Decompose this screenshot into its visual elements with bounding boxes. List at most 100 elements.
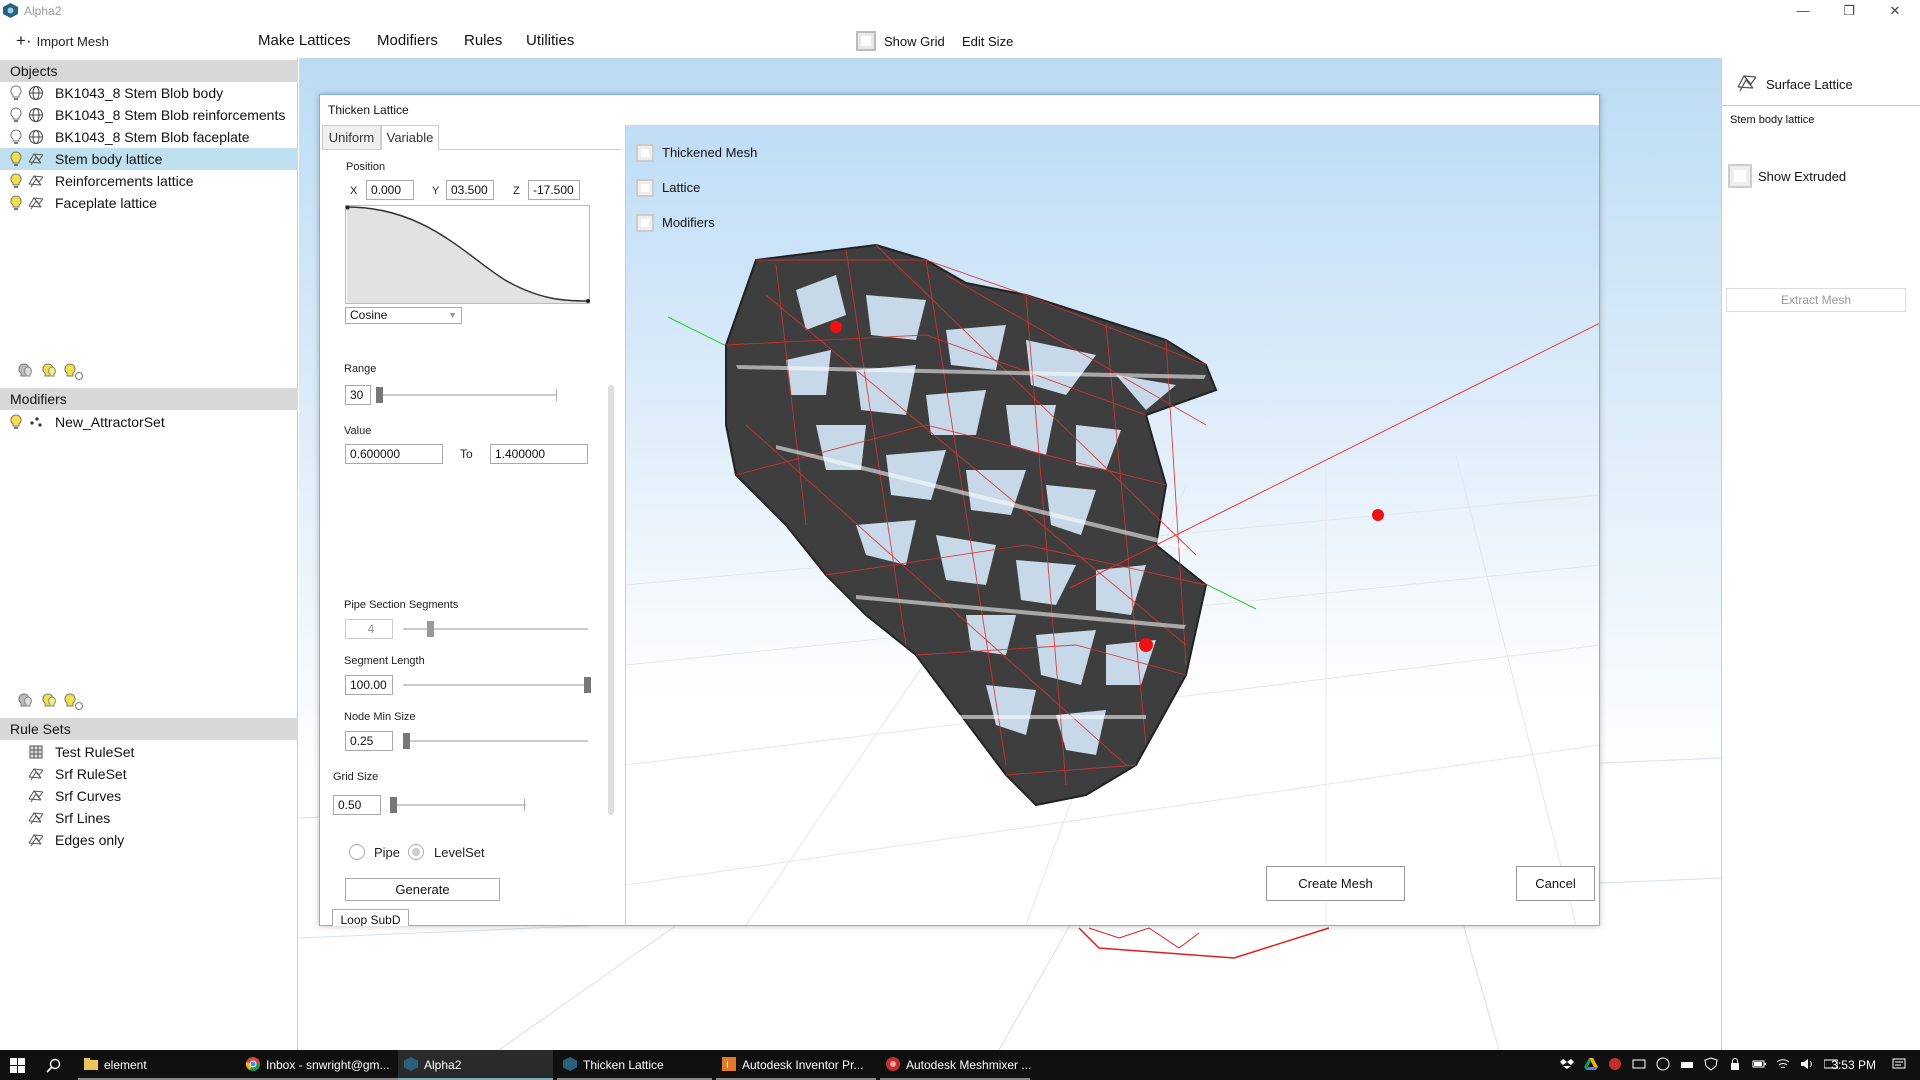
ruleset-item[interactable]: Test RuleSet <box>0 741 298 763</box>
modifier-item[interactable]: New_AttractorSet <box>0 411 298 433</box>
grid-size-slider-track[interactable] <box>390 804 526 806</box>
cloud-tray-icon[interactable] <box>1656 1057 1670 1071</box>
node-min-input[interactable]: 0.25 <box>345 731 393 751</box>
menu-make-lattices[interactable]: Make Lattices <box>258 32 351 49</box>
value-to-input[interactable]: 1.400000 <box>490 444 588 464</box>
pipe-segments-input[interactable]: 4 <box>345 619 393 639</box>
cancel-button[interactable]: Cancel <box>1516 866 1595 901</box>
printer-tray-icon[interactable] <box>1680 1057 1694 1071</box>
taskbar-item[interactable]: Thicken Lattice <box>557 1050 712 1080</box>
segment-length-input[interactable]: 100.00 <box>345 675 393 695</box>
menu-utilities[interactable]: Utilities <box>526 32 574 49</box>
visibility-bulb-icon[interactable] <box>10 129 22 145</box>
show-all-icon[interactable] <box>40 362 60 382</box>
isolate-icon[interactable] <box>64 362 84 382</box>
edit-size-button[interactable]: Edit Size <box>962 34 1013 49</box>
lattice-icon <box>28 790 44 803</box>
minimize-button[interactable]: — <box>1780 0 1826 22</box>
sync-tray-icon[interactable] <box>1632 1057 1646 1071</box>
tab-uniform[interactable]: Uniform <box>322 125 381 150</box>
modifiers-checkbox[interactable] <box>636 214 654 232</box>
curve-start-handle[interactable] <box>345 205 350 210</box>
visibility-bulb-on-icon[interactable] <box>10 151 22 167</box>
node-min-slider-track[interactable] <box>403 740 588 742</box>
falloff-select[interactable]: Cosine ▼ <box>345 307 462 324</box>
show-grid-checkbox[interactable] <box>856 31 876 51</box>
taskbar-item[interactable]: Autodesk Meshmixer ... <box>880 1050 1031 1080</box>
shield-tray-icon[interactable] <box>1704 1057 1718 1071</box>
ruleset-item[interactable]: Srf Curves <box>0 785 298 807</box>
drive-tray-icon[interactable] <box>1584 1057 1598 1071</box>
generate-button[interactable]: Generate <box>345 878 500 901</box>
isolate-icon[interactable] <box>64 692 84 712</box>
notifications-icon[interactable] <box>1892 1057 1906 1071</box>
clock[interactable]: 3:53 PM <box>1831 1058 1876 1072</box>
pipe-segments-slider-thumb[interactable] <box>427 621 434 637</box>
loop-subd-button[interactable]: Loop SubD <box>332 909 409 926</box>
attractor-point[interactable] <box>1372 509 1384 521</box>
grid-size-input[interactable]: 0.50 <box>333 795 381 815</box>
extract-mesh-button[interactable]: Extract Mesh <box>1726 288 1906 312</box>
wifi-tray-icon[interactable] <box>1776 1057 1790 1071</box>
ruleset-item[interactable]: Edges only <box>0 829 298 851</box>
ruleset-item[interactable]: Srf Lines <box>0 807 298 829</box>
visibility-bulb-on-icon[interactable] <box>10 414 22 430</box>
attractor-point[interactable] <box>1139 638 1153 652</box>
attractor-point[interactable] <box>830 321 842 333</box>
object-item-selected[interactable]: Stem body lattice <box>0 148 298 170</box>
volume-tray-icon[interactable] <box>1800 1057 1814 1071</box>
settings-scrollbar[interactable] <box>608 385 614 815</box>
segment-length-slider-track[interactable] <box>403 684 588 686</box>
position-x-input[interactable]: 0.000 <box>366 180 414 200</box>
object-item[interactable]: BK1043_8 Stem Blob body <box>0 82 298 104</box>
menu-rules[interactable]: Rules <box>464 32 502 49</box>
curve-end-handle[interactable] <box>586 299 590 303</box>
search-icon[interactable] <box>46 1058 61 1073</box>
object-item[interactable]: BK1043_8 Stem Blob reinforcements <box>0 104 298 126</box>
windows-start-icon[interactable] <box>10 1058 25 1073</box>
visibility-bulb-icon[interactable] <box>10 107 22 123</box>
show-extruded-checkbox[interactable] <box>1728 164 1752 188</box>
show-all-icon[interactable] <box>40 692 60 712</box>
object-item[interactable]: Faceplate lattice <box>0 192 298 214</box>
falloff-curve-editor[interactable] <box>345 205 591 305</box>
taskbar-item-active[interactable]: Alpha2 <box>398 1050 553 1080</box>
range-slider-thumb[interactable] <box>376 387 383 403</box>
object-item[interactable]: BK1043_8 Stem Blob faceplate <box>0 126 298 148</box>
meshmixer-tray-icon[interactable] <box>1608 1057 1622 1071</box>
levelset-radio[interactable] <box>408 844 424 860</box>
lattice-checkbox[interactable] <box>636 179 654 197</box>
grid-size-slider-thumb[interactable] <box>390 797 397 813</box>
node-min-slider-thumb[interactable] <box>403 733 410 749</box>
visibility-bulb-on-icon[interactable] <box>10 173 22 189</box>
hide-all-icon[interactable] <box>16 692 36 712</box>
range-input[interactable]: 30 <box>345 385 371 405</box>
range-slider-track[interactable] <box>376 394 556 396</box>
segment-length-slider-thumb[interactable] <box>584 677 591 693</box>
taskbar-item[interactable]: element <box>78 1050 240 1080</box>
taskbar: element Inbox - snwright@gm... Alpha2 Th… <box>0 1050 1920 1080</box>
position-z-input[interactable]: -17.500 <box>528 180 580 200</box>
visibility-bulb-icon[interactable] <box>10 85 22 101</box>
hide-all-icon[interactable] <box>16 362 36 382</box>
visibility-bulb-on-icon[interactable] <box>10 195 22 211</box>
dropbox-tray-icon[interactable] <box>1560 1057 1574 1071</box>
value-from-input[interactable]: 0.600000 <box>345 444 443 464</box>
menu-modifiers[interactable]: Modifiers <box>377 32 438 49</box>
restore-button[interactable]: ❐ <box>1826 0 1872 22</box>
lock-tray-icon[interactable] <box>1728 1057 1742 1071</box>
thickened-mesh-checkbox[interactable] <box>636 144 654 162</box>
battery-tray-icon[interactable] <box>1752 1057 1766 1071</box>
position-y-input[interactable]: 03.500 <box>446 180 494 200</box>
ruleset-item[interactable]: Srf RuleSet <box>0 763 298 785</box>
object-item[interactable]: Reinforcements lattice <box>0 170 298 192</box>
pipe-radio[interactable] <box>349 844 365 860</box>
taskbar-item[interactable]: Inbox - snwright@gm... <box>240 1050 398 1080</box>
taskbar-item[interactable]: I Autodesk Inventor Pr... <box>716 1050 876 1080</box>
create-mesh-button[interactable]: Create Mesh <box>1266 866 1405 901</box>
import-mesh-button[interactable]: +· Import Mesh <box>16 31 109 51</box>
object-label: Faceplate lattice <box>55 195 157 211</box>
tab-variable[interactable]: Variable <box>381 125 439 150</box>
preview-viewport[interactable]: Thickened Mesh Lattice Modifiers Create … <box>625 125 1599 925</box>
close-button[interactable]: ✕ <box>1872 0 1918 22</box>
